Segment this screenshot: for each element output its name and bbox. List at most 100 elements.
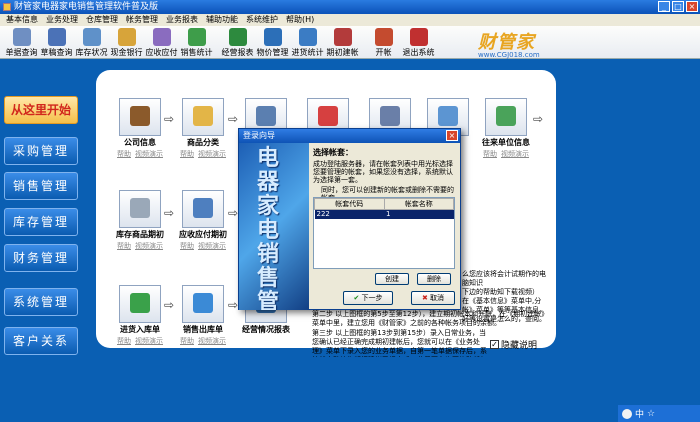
tool-sales-stat[interactable]: 销售统计	[179, 26, 214, 58]
module-opening-ar[interactable]: 应收应付期初 帮助 视频演示	[175, 190, 231, 251]
menu-reports[interactable]: 业务报表	[166, 14, 198, 26]
exit-icon	[409, 28, 428, 46]
module-title: 库存商品期初	[116, 230, 164, 239]
tool-receivable[interactable]: 应收应付	[144, 26, 179, 58]
tray-app-icon[interactable]	[622, 408, 632, 419]
menu-tools[interactable]: 辅助功能	[206, 14, 238, 26]
tool-inventory[interactable]: 库存状况	[74, 26, 109, 58]
module-title: 进货入库单	[120, 325, 160, 334]
brand-logo: 财管家 www.CGJ018.com	[478, 28, 558, 59]
nav-finance[interactable]: 财务管理	[4, 244, 78, 272]
help-link[interactable]: 帮助	[117, 242, 131, 250]
open-books-icon	[374, 28, 393, 46]
flow-arrow-icon: ⇨	[533, 112, 544, 126]
tool-opening-account[interactable]: 期初建帐	[325, 26, 360, 58]
check-icon: ✔	[353, 294, 360, 302]
chart-icon	[193, 198, 213, 218]
table-row[interactable]: 222 1	[314, 209, 454, 219]
video-link[interactable]: 视频演示	[501, 150, 529, 158]
video-link[interactable]: 视频演示	[135, 337, 163, 345]
module-title: 公司信息	[124, 138, 156, 147]
module-partner-info[interactable]: 往来单位信息 帮助 视频演示	[478, 98, 534, 159]
help-step-3: 第三步 以上图框的第13步到第15步）录入日常业务，当您确认已经正确完成期初建帐…	[312, 329, 487, 357]
cell-code: 222	[314, 209, 384, 219]
delete-button[interactable]: 删除	[417, 273, 451, 285]
tool-price[interactable]: 物价管理	[255, 26, 290, 58]
tool-reports[interactable]: 经营报表	[220, 26, 255, 58]
window-title: 财管家电器家电销售管理软件普及版	[14, 2, 159, 12]
menu-accounts[interactable]: 帐务管理	[126, 14, 158, 26]
help-link[interactable]: 帮助	[180, 242, 194, 250]
help-link[interactable]: 帮助	[117, 150, 131, 158]
tool-label: 现金银行	[110, 48, 143, 57]
tool-open-books[interactable]: 开帐	[366, 26, 401, 58]
nav-system[interactable]: 系统管理	[4, 288, 78, 316]
tool-cash-bank[interactable]: 现金银行	[109, 26, 144, 58]
menu-help[interactable]: 帮助(H)	[286, 14, 314, 26]
brand-url: www.CGJ018.com	[478, 51, 540, 59]
help-link[interactable]: 帮助	[117, 337, 131, 345]
flow-arrow-icon: ⇨	[228, 298, 239, 312]
module-sales-out[interactable]: 销售出库单 帮助 视频演示	[175, 285, 231, 346]
menu-warehouse[interactable]: 仓库管理	[86, 14, 118, 26]
help-link[interactable]: 帮助	[180, 337, 194, 345]
module-title: 经营情况报表	[242, 325, 290, 334]
tool-label: 经营报表	[221, 48, 254, 57]
download-arrow-icon	[130, 293, 150, 313]
tool-draft-search[interactable]: 草稿查询	[39, 26, 74, 58]
minimize-button[interactable]: _	[658, 1, 670, 12]
nav-start-here[interactable]: 从这里开始	[4, 96, 78, 124]
create-button[interactable]: 创建	[375, 273, 409, 285]
tool-label: 期初建帐	[326, 48, 359, 57]
nav-inventory[interactable]: 库存管理	[4, 208, 78, 236]
cancel-label: 取消	[430, 294, 445, 302]
module-purchase-in[interactable]: 进货入库单 帮助 视频演示	[112, 285, 168, 346]
title-bar: 财管家电器家电销售管理软件普及版 _ □ ×	[0, 0, 700, 14]
menu-business[interactable]: 业务处理	[46, 14, 78, 26]
hide-help-checkbox[interactable]: ✓ 隐藏说明	[490, 338, 537, 351]
tool-label: 退出系统	[402, 48, 435, 57]
left-nav: 从这里开始 采购管理 销售管理 库存管理 财务管理 系统管理 客户关系	[0, 60, 90, 422]
folder-icon	[318, 106, 338, 126]
module-title: 商品分类	[187, 138, 219, 147]
maximize-button[interactable]: □	[672, 1, 684, 12]
tool-purchase-stat[interactable]: 进货统计	[290, 26, 325, 58]
module-opening-stock[interactable]: 库存商品期初 帮助 视频演示	[112, 190, 168, 251]
cancel-button[interactable]: ✖ 取消	[411, 291, 455, 305]
close-button[interactable]: ×	[686, 1, 698, 12]
column-header-name[interactable]: 帐套名称	[383, 198, 454, 210]
video-link[interactable]: 视频演示	[198, 150, 226, 158]
draft-icon	[47, 28, 66, 46]
ime-language-indicator[interactable]: 中	[635, 407, 644, 420]
video-link[interactable]: 视频演示	[135, 150, 163, 158]
people-icon	[496, 106, 516, 126]
tray-star-icon[interactable]: ☆	[647, 409, 655, 419]
receivable-icon	[152, 28, 171, 46]
video-link[interactable]: 视频演示	[135, 242, 163, 250]
nav-purchase[interactable]: 采购管理	[4, 137, 78, 165]
app-icon	[3, 3, 11, 11]
nav-sales[interactable]: 销售管理	[4, 172, 78, 200]
document-icon	[380, 106, 400, 126]
help-link[interactable]: 帮助	[483, 150, 497, 158]
ledger-icon	[438, 106, 458, 126]
help-link[interactable]: 帮助	[180, 150, 194, 158]
dialog-close-button[interactable]: ×	[446, 130, 458, 141]
next-button[interactable]: ✔ 下一步	[343, 291, 393, 305]
opening-account-icon	[333, 28, 352, 46]
tool-exit[interactable]: 退出系统	[401, 26, 436, 58]
tool-document-search[interactable]: 单据查询	[4, 26, 39, 58]
house-icon	[130, 106, 150, 126]
video-link[interactable]: 视频演示	[198, 337, 226, 345]
video-link[interactable]: 视频演示	[198, 242, 226, 250]
account-set-table[interactable]: 帐套代码 帐套名称 222 1	[313, 197, 455, 269]
tool-label: 应收应付	[145, 48, 178, 57]
module-company-info[interactable]: 公司信息 帮助 视频演示	[112, 98, 168, 159]
column-header-code[interactable]: 帐套代码	[314, 198, 385, 210]
nav-customers[interactable]: 客户关系	[4, 327, 78, 355]
flow-arrow-icon: ⇨	[228, 206, 239, 220]
next-label: 下一步	[361, 294, 383, 302]
menu-system[interactable]: 系统维护	[246, 14, 278, 26]
module-product-category[interactable]: 商品分类 帮助 视频演示	[175, 98, 231, 159]
menu-basic-info[interactable]: 基本信息	[6, 14, 38, 26]
